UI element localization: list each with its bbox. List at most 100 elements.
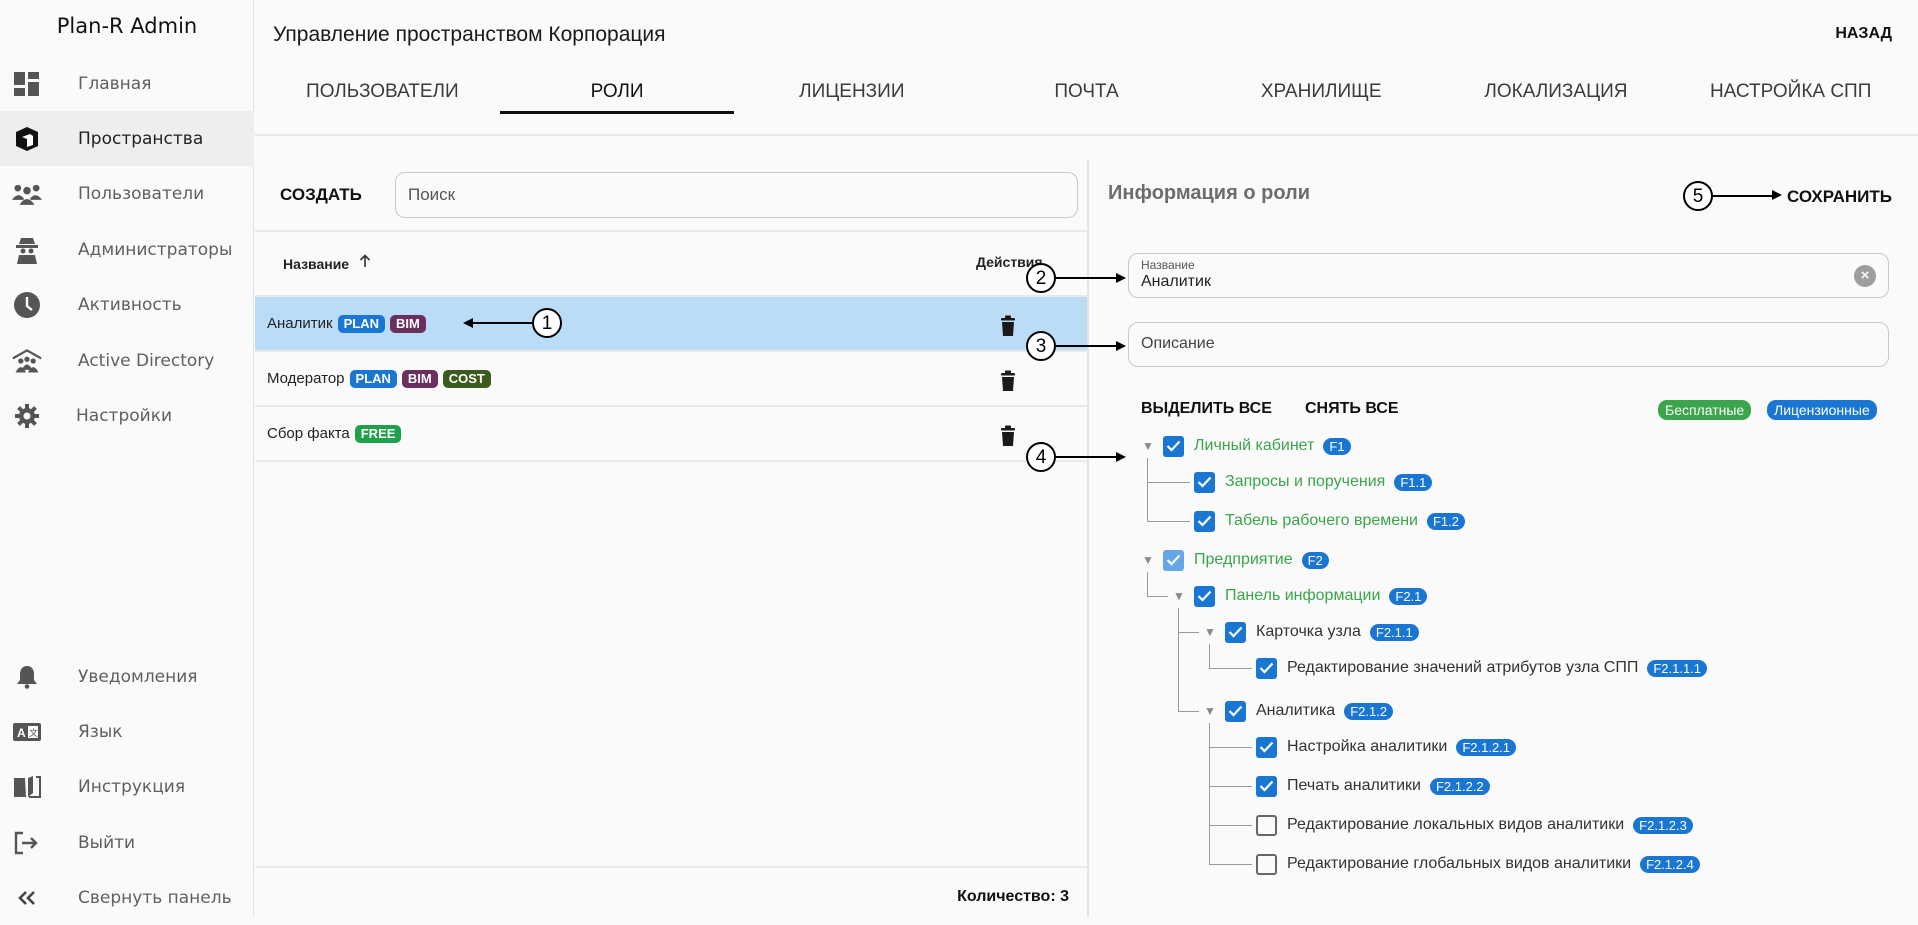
callout-arrowhead (1772, 190, 1782, 200)
tree-connector-line (1147, 572, 1148, 597)
sidebar-item-activity[interactable]: Активность (0, 277, 254, 332)
license-badge: COST (442, 369, 491, 388)
sidebar-item-label: Свернуть панель (78, 887, 232, 908)
clear-icon[interactable]: × (1854, 265, 1876, 287)
tree-connector-line (1178, 632, 1199, 633)
expand-caret-icon[interactable]: ▼ (1203, 704, 1217, 718)
field-label: Название (1141, 258, 1195, 272)
permission-checkbox[interactable] (1256, 775, 1277, 797)
create-role-button[interactable]: СОЗДАТЬ (280, 185, 362, 205)
deselect-all-button[interactable]: СНЯТЬ ВСЕ (1305, 400, 1399, 418)
sidebar-item-admins[interactable]: Администраторы (0, 222, 254, 277)
collapse-icon (12, 883, 42, 913)
sidebar-item-spaces[interactable]: Пространства (0, 111, 254, 166)
permission-checkbox[interactable] (1256, 853, 1277, 875)
callout-arrowhead (1116, 452, 1126, 462)
checkmark-icon (1259, 780, 1274, 792)
table-row[interactable]: Модератор PLAN BIM COST (255, 350, 1087, 405)
role-name-field[interactable]: Название Аналитик × (1128, 253, 1889, 298)
role-name: Аналитик (267, 315, 333, 332)
expand-caret-icon[interactable]: ▼ (1141, 439, 1155, 453)
column-header-label: Название (283, 255, 350, 272)
sidebar-item-label: Пользователи (78, 183, 205, 204)
back-button[interactable]: НАЗАД (1835, 25, 1892, 43)
callout-line (1056, 277, 1116, 279)
sidebar-item-label: Выйти (78, 832, 136, 853)
callout-5: 5 (1683, 181, 1713, 211)
delete-icon[interactable] (1000, 370, 1016, 396)
expand-caret-icon[interactable]: ▼ (1172, 589, 1186, 603)
sidebar-item-settings[interactable]: Настройки (0, 388, 254, 443)
sort-ascending-icon[interactable] (359, 254, 371, 273)
tree-node: Запросы и поручения F1.1 (1172, 470, 1433, 494)
page-title: Управление пространством Корпорация (273, 23, 666, 46)
role-description-field[interactable]: Описание (1128, 322, 1889, 367)
checkmark-icon (1197, 476, 1212, 488)
permission-label: Панель информации (1225, 587, 1381, 604)
clock-icon (12, 290, 42, 320)
permission-checkbox[interactable] (1194, 510, 1215, 532)
book-icon (12, 772, 42, 802)
permission-checkbox[interactable] (1225, 700, 1246, 722)
expand-caret-icon[interactable]: ▼ (1141, 553, 1155, 567)
permission-label: Карточка узла (1256, 623, 1361, 640)
tab-mail[interactable]: ПОЧТА (969, 72, 1204, 114)
delete-icon[interactable] (1000, 425, 1016, 451)
permission-checkbox[interactable] (1256, 736, 1277, 758)
bell-icon (12, 662, 42, 692)
tab-users[interactable]: ПОЛЬЗОВАТЕЛИ (265, 72, 500, 114)
callout-3: 3 (1026, 331, 1056, 361)
license-badge: BIM (389, 314, 426, 333)
page-header: Управление пространством Корпорация НАЗА… (255, 0, 1918, 136)
tree-node: ▼ Панель информации F2.1 (1172, 584, 1428, 608)
sidebar-item-notifications[interactable]: Уведомления (0, 649, 254, 704)
permission-checkbox[interactable] (1225, 621, 1246, 643)
tab-roles[interactable]: РОЛИ (499, 72, 735, 114)
language-icon: A文 (12, 717, 42, 747)
sidebar-item-logout[interactable]: Выйти (0, 815, 254, 870)
expand-caret-icon[interactable]: ▼ (1203, 625, 1217, 639)
column-header-name[interactable]: Название (283, 254, 371, 273)
permission-checkbox[interactable] (1256, 657, 1277, 679)
users-icon (12, 179, 42, 209)
checkmark-icon (1228, 626, 1243, 638)
tree-connector-line (1147, 596, 1168, 597)
tab-storage[interactable]: ХРАНИЛИЩЕ (1204, 72, 1439, 114)
permission-checkbox[interactable] (1163, 435, 1184, 457)
role-name: Сбор факта (267, 425, 350, 442)
sidebar-item-users[interactable]: Пользователи (0, 166, 254, 221)
tree-connector-line (1209, 825, 1252, 826)
tab-localization[interactable]: ЛОКАЛИЗАЦИЯ (1439, 72, 1674, 114)
role-info-pane: Информация о роли СОХРАНИТЬ Название Ана… (1091, 160, 1918, 917)
save-button[interactable]: СОХРАНИТЬ (1787, 187, 1892, 207)
tree-connector-line (1209, 747, 1252, 748)
sidebar-item-active-directory[interactable]: Active Directory (0, 333, 254, 388)
table-row[interactable]: Сбор факта FREE (255, 405, 1087, 460)
permission-checkbox[interactable] (1194, 471, 1215, 493)
sidebar-item-manual[interactable]: Инструкция (0, 759, 254, 814)
tab-licenses[interactable]: ЛИЦЕНЗИИ (734, 72, 969, 114)
permission-checkbox[interactable] (1163, 549, 1184, 571)
permission-label: Аналитика (1256, 702, 1336, 719)
sidebar-item-home[interactable]: Главная (0, 56, 254, 111)
permission-label: Редактирование глобальных видов аналитик… (1287, 855, 1632, 872)
app-title: Plan-R Admin (56, 14, 198, 38)
permission-label: Предприятие (1194, 551, 1293, 568)
tree-connector-line (1209, 644, 1210, 669)
tree-connector-line (1178, 608, 1179, 712)
section-title: Информация о роли (1108, 182, 1311, 204)
delete-icon[interactable] (1000, 315, 1016, 341)
field-value: Аналитик (1141, 273, 1211, 290)
callout-line (1056, 456, 1116, 458)
permission-code-badge: F2.1.2.1 (1456, 738, 1517, 756)
permission-label: Запросы и поручения (1225, 473, 1386, 490)
table-row[interactable]: Аналитик PLAN BIM (255, 295, 1087, 350)
permission-checkbox[interactable] (1194, 585, 1215, 607)
permission-checkbox[interactable] (1256, 814, 1277, 836)
search-input[interactable] (395, 172, 1078, 218)
sidebar-item-language[interactable]: A文 Язык (0, 704, 254, 759)
permission-label: Редактирование значений атрибутов узла С… (1287, 659, 1639, 676)
permission-label: Редактирование локальных видов аналитики (1287, 816, 1625, 833)
select-all-button[interactable]: ВЫДЕЛИТЬ ВСЕ (1141, 400, 1272, 418)
tab-spp-settings[interactable]: НАСТРОЙКА СПП (1673, 72, 1908, 114)
